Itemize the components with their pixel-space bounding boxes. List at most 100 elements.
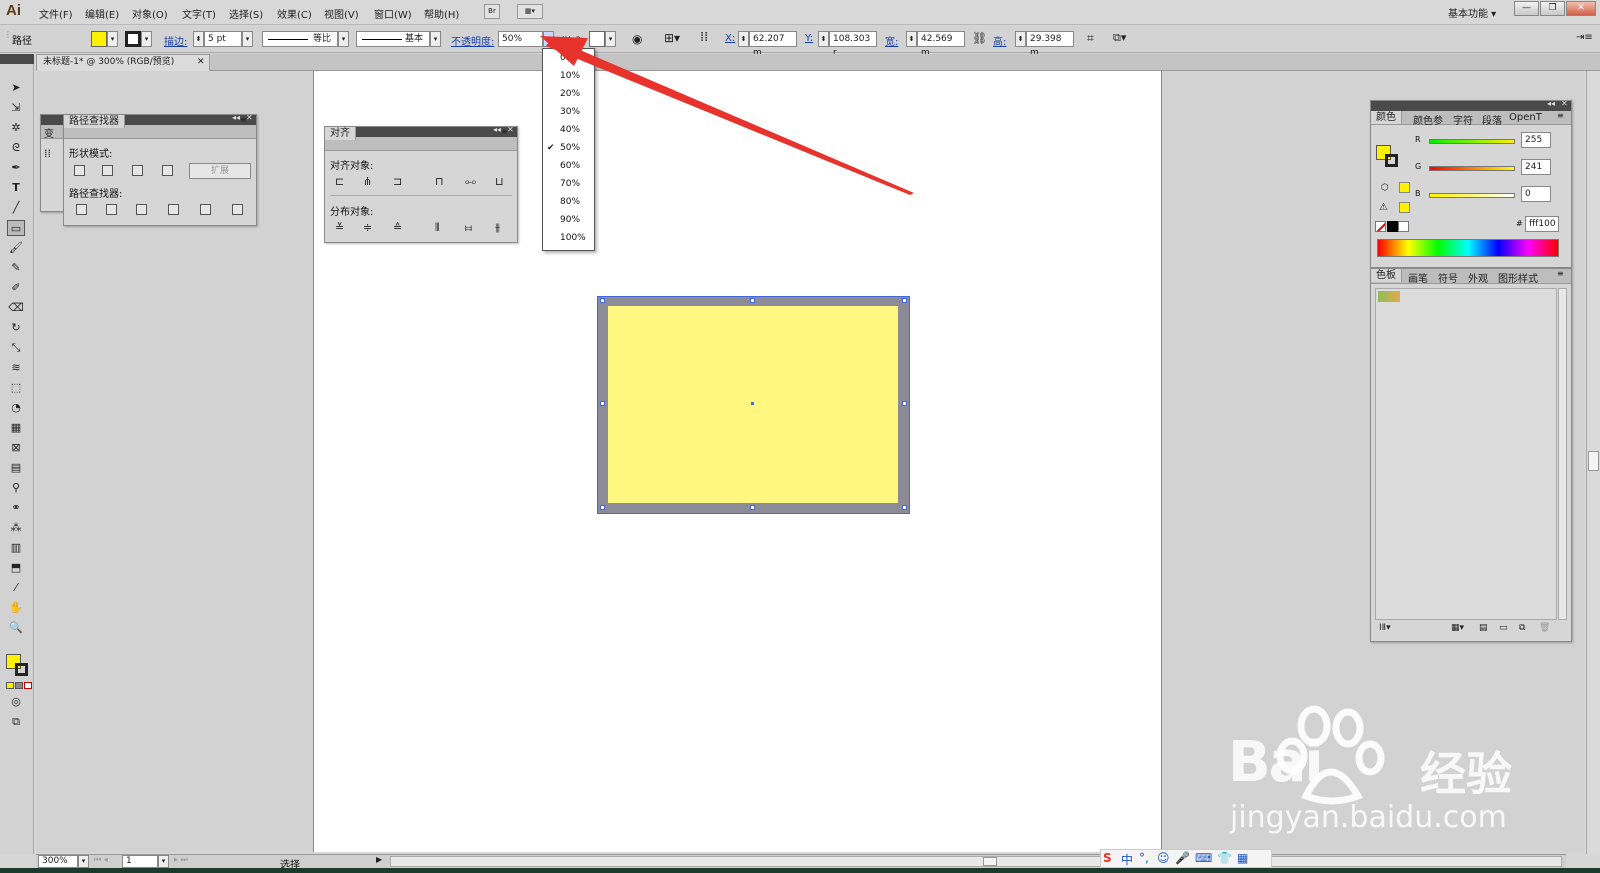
sogou-logo-icon[interactable]: S <box>1103 851 1112 865</box>
last-artboard-icon[interactable]: ▸ ⏭ <box>174 855 188 865</box>
fill-color-swatch[interactable] <box>91 31 107 47</box>
align-right-icon[interactable]: ⊐ <box>393 175 402 188</box>
minus-back-icon[interactable] <box>232 204 243 215</box>
constrain-proportions-icon[interactable]: ⛓ <box>972 31 987 45</box>
out-of-web-icon[interactable]: ⬡ <box>1381 183 1389 193</box>
trim-icon[interactable] <box>106 204 117 215</box>
isolate-icon[interactable]: ⧉▾ <box>1113 31 1126 45</box>
swatches-list[interactable] <box>1375 288 1557 620</box>
brush-definition[interactable]: 基本 <box>356 31 430 47</box>
handle-bottom-right[interactable] <box>902 505 907 510</box>
eyedropper-tool-icon[interactable]: ⚲ <box>7 480 25 496</box>
workspace-switcher[interactable]: 基本功能 ▾ <box>1448 5 1496 20</box>
menu-edit[interactable]: 编辑(E) <box>85 6 119 21</box>
zoom-dropdown[interactable]: ▾ <box>78 855 89 868</box>
reference-point-grid-icon[interactable]: ⁞⁞ <box>44 147 51 160</box>
lasso-tool-icon[interactable]: ᘓ <box>7 140 25 156</box>
align-top-icon[interactable]: ⊓ <box>435 175 444 188</box>
none-mode-icon[interactable] <box>24 682 32 689</box>
horizontal-scrollbar[interactable] <box>390 856 1562 867</box>
zoom-tool-icon[interactable]: 🔍 <box>7 620 25 636</box>
column-graph-tool-icon[interactable]: ▥ <box>7 540 25 556</box>
distribute-left-icon[interactable]: ⫴ <box>435 221 440 235</box>
align-collapse-icon[interactable]: ◂◂ <box>493 125 501 134</box>
height-label[interactable]: 高: <box>993 33 1006 48</box>
r-input[interactable]: 255 <box>1521 132 1551 148</box>
magic-wand-tool-icon[interactable]: ✲ <box>7 120 25 136</box>
tab-paragraph[interactable]: 段落 <box>1482 112 1502 127</box>
hex-input[interactable]: fff100 <box>1525 216 1559 232</box>
variable-width-profile[interactable]: 等比 <box>262 31 338 47</box>
stroke-stepper[interactable]: ⬍ <box>193 31 204 47</box>
none-swatch[interactable] <box>1375 221 1386 232</box>
b-input[interactable]: 0 <box>1521 186 1551 202</box>
tab-appearance[interactable]: 外观 <box>1468 270 1488 285</box>
panel-menu-icon[interactable]: ⇥≡ <box>1576 32 1593 43</box>
mesh-tool-icon[interactable]: ⊠ <box>7 440 25 456</box>
stroke-color-swatch[interactable] <box>125 31 141 47</box>
align-left-icon[interactable]: ⊏ <box>335 175 344 188</box>
swatch-libraries-icon[interactable]: ⅠⅡ▾ <box>1379 623 1391 633</box>
r-slider[interactable] <box>1429 139 1515 144</box>
close-tab-icon[interactable]: ✕ <box>197 55 205 70</box>
pathfinder-tab[interactable]: 路径查找器 <box>64 115 125 128</box>
status-menu-arrow-icon[interactable]: ▶ <box>376 855 382 864</box>
divide-icon[interactable] <box>76 204 87 215</box>
color-menu-icon[interactable]: ≡ <box>1557 111 1564 120</box>
white-swatch[interactable] <box>1398 221 1409 232</box>
direct-selection-tool-icon[interactable]: ⇲ <box>7 100 25 116</box>
blend-tool-icon[interactable]: ⚭ <box>7 500 25 516</box>
gradient-tool-icon[interactable]: ▤ <box>7 460 25 476</box>
vertical-scroll-thumb[interactable] <box>1588 451 1599 471</box>
align-bottom-icon[interactable]: ⊔ <box>495 175 504 188</box>
align-close-icon[interactable]: ✕ <box>507 125 514 134</box>
ime-toolbox-icon[interactable]: ▦ <box>1237 851 1248 865</box>
delete-swatch-icon[interactable]: 🗑 <box>1539 623 1550 633</box>
toolbar-stroke-swatch[interactable] <box>15 663 28 676</box>
ime-keyboard-icon[interactable]: ⌨ <box>1195 851 1212 865</box>
expand-button[interactable]: 扩展 <box>189 163 251 179</box>
g-slider[interactable] <box>1429 166 1515 171</box>
height-stepper[interactable]: ⬍ <box>1015 31 1026 47</box>
opacity-label[interactable]: 不透明度: <box>451 33 494 48</box>
ime-punctuation-icon[interactable]: °, <box>1139 851 1149 865</box>
stroke-dropdown[interactable]: ▾ <box>141 31 152 47</box>
menu-effect[interactable]: 效果(C) <box>277 6 312 21</box>
shape-builder-tool-icon[interactable]: ◔ <box>7 400 25 416</box>
handle-middle-right[interactable] <box>902 401 907 406</box>
rotate-tool-icon[interactable]: ↻ <box>7 320 25 336</box>
handle-top-left[interactable] <box>600 298 605 303</box>
tab-opentype[interactable]: OpenT <box>1509 112 1542 123</box>
color-mode-icon[interactable] <box>6 682 14 689</box>
swatch-options-icon[interactable]: ▤ <box>1479 623 1488 633</box>
menu-object[interactable]: 对象(O) <box>132 6 168 21</box>
tab-swatches[interactable]: 色板 <box>1371 269 1402 282</box>
handle-middle-left[interactable] <box>600 401 605 406</box>
collapse-icon[interactable]: ◂◂ <box>232 113 240 122</box>
b-slider[interactable] <box>1429 193 1515 198</box>
unite-icon[interactable] <box>74 165 85 176</box>
document-tab[interactable]: 未标题-1* @ 300% (RGB/预览) ✕ <box>36 54 210 71</box>
color-collapse-icon[interactable]: ◂◂ <box>1547 99 1555 108</box>
handle-top-right[interactable] <box>902 298 907 303</box>
free-transform-tool-icon[interactable]: ⬚ <box>7 380 25 396</box>
swatch-group-item[interactable] <box>1378 291 1400 302</box>
slice-tool-icon[interactable]: ⁄ <box>7 580 25 596</box>
pen-tool-icon[interactable]: ✒ <box>7 160 25 176</box>
distribute-top-icon[interactable]: ≚ <box>335 221 344 234</box>
artboard-tool-icon[interactable]: ⬒ <box>7 560 25 576</box>
hand-tool-icon[interactable]: ✋ <box>7 600 25 616</box>
zoom-input[interactable]: 300% <box>38 855 78 868</box>
in-gamut-swatch[interactable] <box>1399 202 1410 213</box>
brush-dropdown[interactable]: ▾ <box>430 31 441 47</box>
panel-close-icon[interactable]: ✕ <box>246 113 253 122</box>
color-spectrum[interactable] <box>1377 239 1559 257</box>
menu-view[interactable]: 视图(V) <box>324 6 359 21</box>
screen-mode-icon[interactable]: ⧉ <box>7 714 25 730</box>
profile-dropdown[interactable]: ▾ <box>338 31 349 47</box>
rectangle-tool-icon[interactable]: ▭ <box>7 220 25 236</box>
distribute-hcenter-icon[interactable]: ⧦ <box>465 221 472 235</box>
pathfinder-menu-icon[interactable]: ≡ <box>240 115 247 124</box>
color-close-icon[interactable]: ✕ <box>1561 99 1568 108</box>
paintbrush-tool-icon[interactable]: 🖌 <box>7 240 25 256</box>
